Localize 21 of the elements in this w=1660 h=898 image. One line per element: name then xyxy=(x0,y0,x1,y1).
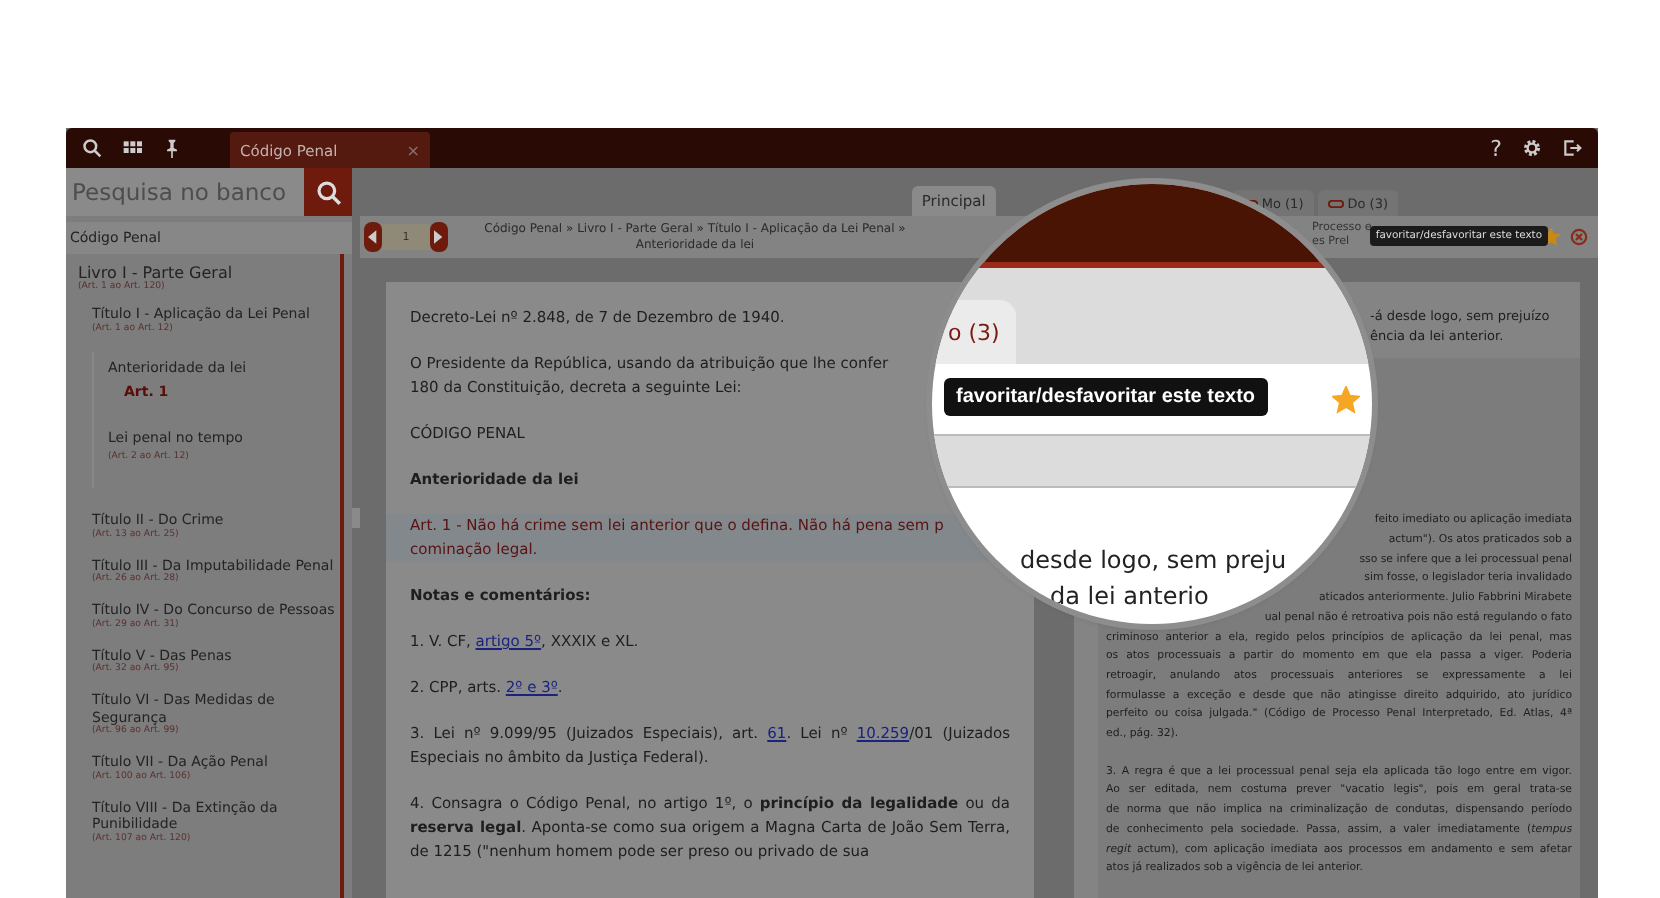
search-button[interactable] xyxy=(304,168,352,216)
caret-icon xyxy=(434,230,444,244)
help-button[interactable]: ? xyxy=(1490,135,1502,161)
document-text: desde logo, sem preju xyxy=(1020,546,1287,574)
search-icon[interactable] xyxy=(82,138,102,158)
settings-icon[interactable] xyxy=(1522,138,1542,158)
previous-button[interactable] xyxy=(364,222,382,252)
link-icon xyxy=(1327,199,1344,207)
star-icon[interactable] xyxy=(1542,228,1560,246)
tooltip: favoritar/desfavoritar este texto xyxy=(944,378,1268,416)
content-tab[interactable]: o (3) xyxy=(932,300,1016,364)
star-icon[interactable] xyxy=(1332,386,1360,414)
search-field[interactable]: Pesquisa no banco xyxy=(66,168,304,216)
pin-icon[interactable] xyxy=(162,138,182,158)
caret-icon xyxy=(368,230,378,244)
next-button[interactable] xyxy=(430,222,448,252)
search-icon xyxy=(315,179,341,205)
tree-item[interactable]: Livro I - Parte Geral xyxy=(78,264,336,282)
grid-icon[interactable] xyxy=(122,138,142,158)
close-tab-button[interactable]: × xyxy=(406,141,420,159)
logout-icon[interactable] xyxy=(1562,138,1582,158)
